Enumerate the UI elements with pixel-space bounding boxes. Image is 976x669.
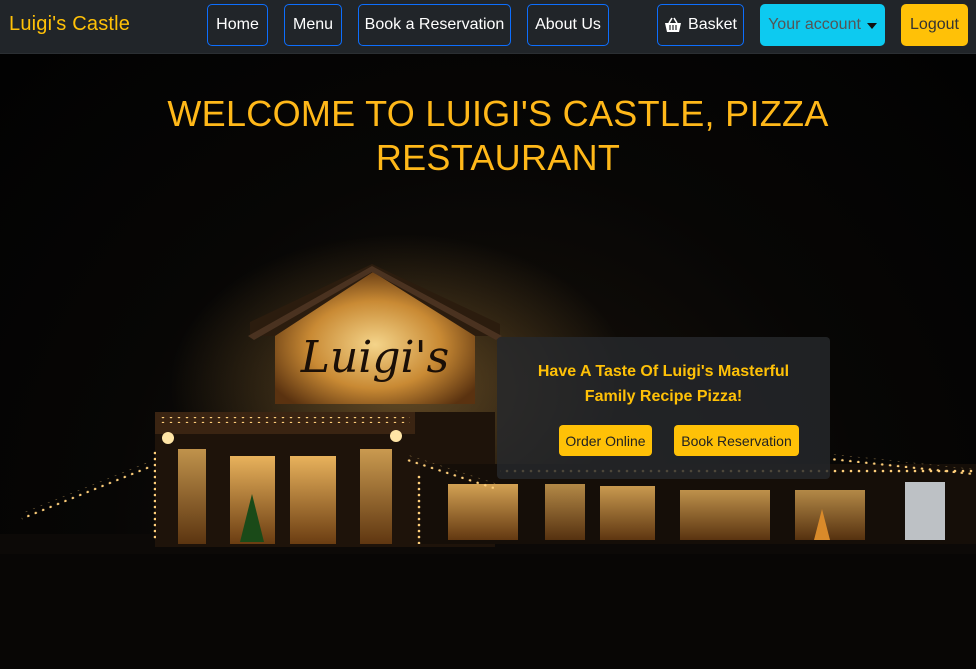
caret-down-icon xyxy=(866,22,877,29)
nav-basket-button[interactable]: Basket xyxy=(657,4,744,46)
nav-about-label: About Us xyxy=(535,16,601,33)
top-navbar: Luigi's Castle Home Menu Book a Reservat… xyxy=(0,0,976,54)
promo-card: Have A Taste Of Luigi's Masterful Family… xyxy=(497,337,830,479)
account-dropdown-button[interactable]: Your account xyxy=(760,4,885,46)
nav-about-button[interactable]: About Us xyxy=(527,4,609,46)
promo-text: Have A Taste Of Luigi's Masterful Family… xyxy=(537,363,790,405)
nav-book-reservation-button[interactable]: Book a Reservation xyxy=(358,4,511,46)
nav-basket-label: Basket xyxy=(688,16,737,33)
account-label: Your account xyxy=(768,16,861,33)
logout-label: Logout xyxy=(910,16,959,33)
basket-icon xyxy=(665,17,682,32)
brand-logo-text[interactable]: Luigi's Castle xyxy=(9,13,130,36)
sign-lettering: Luigi's xyxy=(300,332,450,383)
nav-menu-label: Menu xyxy=(292,16,334,33)
nav-home-label: Home xyxy=(216,16,259,33)
nav-menu-button[interactable]: Menu xyxy=(284,4,342,46)
logout-button[interactable]: Logout xyxy=(901,4,968,46)
book-reservation-button[interactable]: Book Reservation xyxy=(674,425,799,456)
nav-book-label: Book a Reservation xyxy=(364,16,505,33)
nav-home-button[interactable]: Home xyxy=(207,4,268,46)
order-online-label: Order Online xyxy=(565,432,646,449)
order-online-button[interactable]: Order Online xyxy=(559,425,652,456)
book-reservation-label: Book Reservation xyxy=(681,432,792,449)
hero-title: WELCOME TO LUIGI'S CASTLE, PIZZA RESTAUR… xyxy=(167,93,829,178)
hero-section: Luigi's WELCOME TO LUIGI'S CASTLE, PIZZA xyxy=(0,54,976,669)
